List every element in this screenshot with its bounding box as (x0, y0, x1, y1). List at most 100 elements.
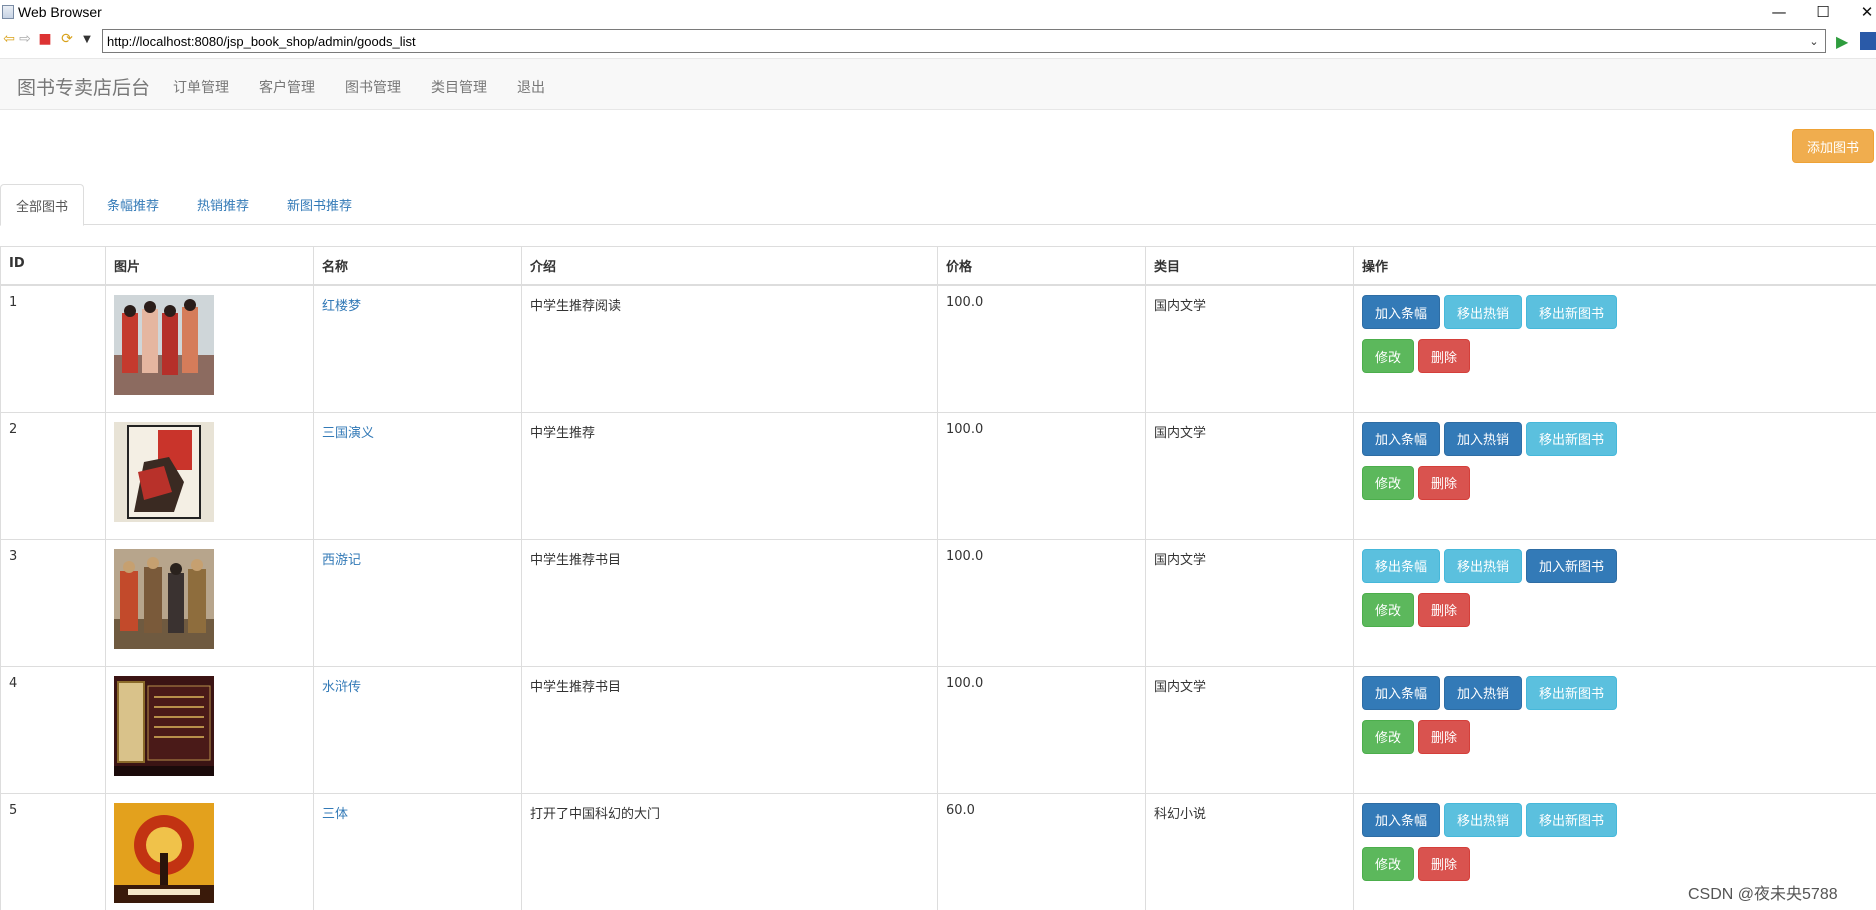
cell-category: 国内文学 (1145, 284, 1354, 413)
remove-hot-button[interactable]: 移出热销 (1444, 295, 1523, 329)
window-titlebar: Web Browser — ☐ ✕ (0, 0, 1876, 24)
book-cover-image (114, 802, 214, 903)
remove-new-button[interactable]: 移出新图书 (1526, 675, 1618, 710)
add-new-button[interactable]: 加入新图书 (1526, 548, 1618, 583)
table-header-row: ID 图片 名称 介绍 价格 类目 操作 (0, 246, 1876, 286)
brand-title[interactable]: 图书专卖店后台 (17, 73, 150, 100)
header-price: 价格 (937, 246, 1146, 286)
cell-id: 2 (0, 411, 106, 540)
add-hot-button[interactable]: 加入热销 (1444, 675, 1523, 710)
cell-category: 国内文学 (1145, 538, 1354, 667)
edit-button[interactable]: 修改 (1362, 339, 1415, 373)
cell-image (105, 284, 314, 413)
nav-orders[interactable]: 订单管理 (173, 77, 229, 97)
cell-price: 60.0 (937, 792, 1146, 910)
header-name: 名称 (313, 246, 522, 286)
header-category: 类目 (1145, 246, 1354, 286)
filter-tabs: 全部图书 条幅推荐 热销推荐 新图书推荐 (0, 184, 1876, 226)
add-banner-button[interactable]: 加入条幅 (1362, 295, 1441, 329)
add-banner-button[interactable]: 加入条幅 (1362, 421, 1441, 456)
book-cover-image (114, 548, 214, 649)
header-image: 图片 (105, 246, 314, 286)
goods-table: ID 图片 名称 介绍 价格 类目 操作 1 红楼梦 中学生推荐阅读 100.0… (0, 246, 1876, 910)
cell-name-link[interactable]: 水浒传 (313, 665, 522, 794)
cell-id: 4 (0, 665, 106, 794)
remove-new-button[interactable]: 移出新图书 (1526, 802, 1618, 837)
cell-intro: 打开了中国科幻的大门 (521, 792, 938, 910)
remove-new-button[interactable]: 移出新图书 (1526, 421, 1618, 456)
go-icon[interactable]: ▶ (1836, 32, 1848, 51)
delete-button[interactable]: 删除 (1418, 592, 1471, 627)
table-row: 5 三体 打开了中国科幻的大门 60.0 科幻小说 加入条幅 移出热销 移出新图… (0, 792, 1876, 910)
nav-customers[interactable]: 客户管理 (259, 77, 315, 97)
address-text: http://localhost:8080/jsp_book_shop/admi… (107, 33, 416, 49)
header-actions: 操作 (1353, 246, 1876, 286)
cell-price: 100.0 (937, 411, 1146, 540)
remove-banner-button[interactable]: 移出条幅 (1362, 548, 1441, 583)
cell-image (105, 792, 314, 910)
tab-banner[interactable]: 条幅推荐 (92, 184, 174, 225)
add-hot-button[interactable]: 加入热销 (1444, 421, 1523, 456)
cell-actions: 加入条幅 移出热销 移出新图书 修改 删除 (1353, 284, 1876, 413)
delete-button[interactable]: 删除 (1418, 719, 1471, 754)
cell-intro: 中学生推荐书目 (521, 538, 938, 667)
tab-all-books[interactable]: 全部图书 (0, 184, 85, 226)
cell-image (105, 411, 314, 540)
cell-id: 1 (0, 284, 106, 413)
table-row: 1 红楼梦 中学生推荐阅读 100.0 国内文学 加入条幅 移出热销 移出新图书… (0, 284, 1876, 413)
history-dropdown-icon[interactable]: ▼ (78, 30, 96, 48)
cell-name-link[interactable]: 西游记 (313, 538, 522, 667)
add-banner-button[interactable]: 加入条幅 (1362, 675, 1441, 710)
close-button[interactable]: ✕ (1844, 0, 1876, 24)
edit-button[interactable]: 修改 (1362, 846, 1415, 881)
maximize-button[interactable]: ☐ (1800, 0, 1846, 24)
remove-new-button[interactable]: 移出新图书 (1526, 295, 1618, 329)
book-cover-image (114, 675, 214, 776)
cell-price: 100.0 (937, 284, 1146, 413)
cell-category: 国内文学 (1145, 411, 1354, 540)
cell-name-link[interactable]: 三体 (313, 792, 522, 910)
edit-button[interactable]: 修改 (1362, 719, 1415, 754)
stop-icon[interactable]: ■ (36, 30, 54, 48)
table-row: 2 三国演义 中学生推荐 100.0 国内文学 加入条幅 加入热销 移出新图书 … (0, 411, 1876, 540)
remove-hot-button[interactable]: 移出热销 (1444, 802, 1523, 837)
nav-logout[interactable]: 退出 (517, 77, 545, 97)
tab-hot[interactable]: 热销推荐 (182, 184, 264, 225)
cell-id: 3 (0, 538, 106, 667)
cell-price: 100.0 (937, 665, 1146, 794)
forward-icon[interactable]: ⇨ (16, 30, 34, 48)
address-bar[interactable]: http://localhost:8080/jsp_book_shop/admi… (102, 29, 1826, 53)
window-title: Web Browser (18, 4, 102, 20)
cell-image (105, 538, 314, 667)
header-intro: 介绍 (521, 246, 938, 286)
delete-button[interactable]: 删除 (1418, 846, 1471, 881)
admin-navbar: 图书专卖店后台 订单管理 客户管理 图书管理 类目管理 退出 (0, 58, 1876, 110)
chevron-down-icon[interactable]: ⌄ (1805, 32, 1823, 50)
app-icon (2, 5, 14, 19)
refresh-icon[interactable]: ⟳ (58, 30, 76, 48)
edit-button[interactable]: 修改 (1362, 465, 1415, 500)
cell-category: 国内文学 (1145, 665, 1354, 794)
tab-new[interactable]: 新图书推荐 (272, 184, 367, 225)
cell-name-link[interactable]: 三国演义 (313, 411, 522, 540)
cell-intro: 中学生推荐书目 (521, 665, 938, 794)
nav-categories[interactable]: 类目管理 (431, 77, 487, 97)
delete-button[interactable]: 删除 (1418, 465, 1471, 500)
edit-button[interactable]: 修改 (1362, 592, 1415, 627)
add-book-button[interactable]: 添加图书 (1792, 129, 1874, 163)
header-id: ID (0, 246, 106, 286)
watermark: CSDN @夜未央5788 (1688, 886, 1838, 903)
nav-books[interactable]: 图书管理 (345, 77, 401, 97)
cell-category: 科幻小说 (1145, 792, 1354, 910)
table-row: 3 西游记 中学生推荐书目 100.0 国内文学 移出条幅 移出热销 加入新图书… (0, 538, 1876, 667)
book-cover-image (114, 295, 214, 395)
minimize-button[interactable]: — (1756, 0, 1802, 24)
cell-actions: 移出条幅 移出热销 加入新图书 修改 删除 (1353, 538, 1876, 667)
cell-name-link[interactable]: 红楼梦 (313, 284, 522, 413)
add-banner-button[interactable]: 加入条幅 (1362, 802, 1441, 837)
cell-intro: 中学生推荐阅读 (521, 284, 938, 413)
extension-icon[interactable] (1860, 32, 1876, 50)
delete-button[interactable]: 删除 (1418, 339, 1471, 373)
cell-price: 100.0 (937, 538, 1146, 667)
remove-hot-button[interactable]: 移出热销 (1444, 548, 1523, 583)
